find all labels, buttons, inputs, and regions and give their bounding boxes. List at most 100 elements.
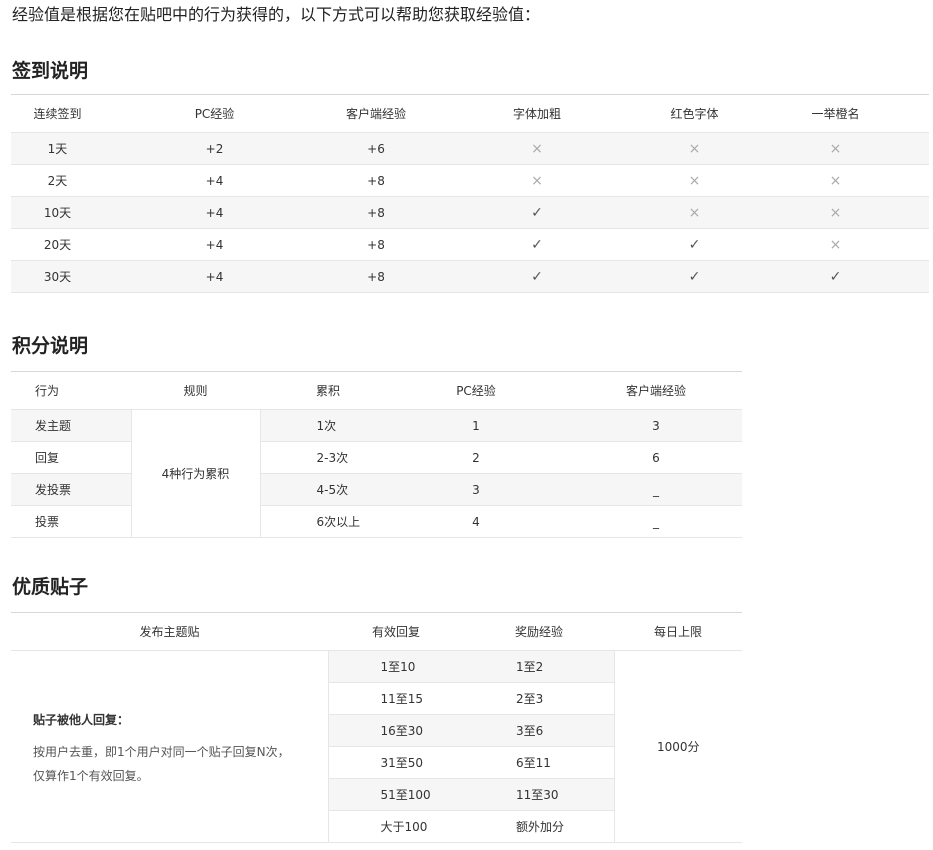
cell-replies: 11至15 <box>328 682 464 715</box>
cross-icon: × <box>688 172 701 189</box>
cell-pc: 1 <box>382 409 570 442</box>
cell-client: _ <box>570 473 742 506</box>
check-icon: ✓ <box>531 268 543 285</box>
col-header: 红色字体 <box>670 107 719 121</box>
cell-reward: 6至11 <box>464 746 614 779</box>
cell-accum: 2-3次 <box>260 441 382 474</box>
cell-reward: 2至3 <box>464 682 614 715</box>
cell-red: ✓ <box>647 261 742 293</box>
signin-table: 连续签到 PC经验 客户端经验 字体加粗 红色字体 一举橙名 1天 +2 +6 × × ×… <box>11 94 929 293</box>
check-icon: ✓ <box>531 204 543 221</box>
table-row: 回复 2-3次 2 6 <box>11 441 742 474</box>
cell-pc: 3 <box>382 473 570 506</box>
cell-days: 1天 <box>47 142 68 156</box>
cell-red: × <box>647 133 742 165</box>
cell-pc: 4 <box>382 505 570 538</box>
cell-pc: +4 <box>205 205 224 220</box>
cross-icon: × <box>688 204 701 221</box>
col-header: 客户端经验 <box>345 107 406 121</box>
col-header: 每日上限 <box>653 625 702 639</box>
cell-pc: 2 <box>382 441 570 474</box>
cell-action: 回复 <box>11 441 131 474</box>
cell-action: 投票 <box>11 505 131 538</box>
cell-replies: 1至10 <box>328 650 464 683</box>
cell-client: +8 <box>367 269 385 284</box>
col-header: 一举橙名 <box>811 107 860 121</box>
cross-icon: × <box>829 172 842 189</box>
table-row: 投票 6次以上 4 _ <box>11 505 742 538</box>
cell-accum: 1次 <box>260 409 382 442</box>
cell-red: × <box>647 197 742 229</box>
cell-client: +8 <box>367 173 385 188</box>
cell-pc: +4 <box>205 237 224 252</box>
cross-icon: × <box>829 204 842 221</box>
col-header: PC经验 <box>456 384 496 398</box>
cross-icon: × <box>688 140 701 157</box>
cell-pc: +4 <box>205 173 224 188</box>
points-table: 行为 规则 累积 PC经验 客户端经验 发主题 4种行为累积 1次 1 3 回复 2-3次 2… <box>11 371 742 538</box>
cell-orange: × <box>742 165 929 197</box>
cell-client: +8 <box>367 237 385 252</box>
col-header: 行为 <box>35 384 60 398</box>
cell-client: _ <box>570 505 742 538</box>
table-row: 30天 +4 +8 ✓ ✓ ✓ <box>11 260 929 293</box>
cell-bold: ✓ <box>427 197 647 229</box>
reply-rule-line: 仅算作1个有效回复。 <box>33 769 149 783</box>
cell-orange: ✓ <box>742 261 929 293</box>
table-row: 发主题 4种行为累积 1次 1 3 <box>11 409 742 538</box>
reply-rule-description: 贴子被他人回复： 按用户去重，即1个用户对同一个贴子回复N次， 仅算作1个有效回复。 <box>11 650 329 843</box>
reply-rule-line: 按用户去重，即1个用户对同一个贴子回复N次， <box>33 745 290 759</box>
cell-orange: × <box>742 133 929 165</box>
cell-bold: × <box>427 165 647 197</box>
cell-accum: 6次以上 <box>260 505 382 538</box>
check-icon: ✓ <box>688 268 701 285</box>
check-icon: ✓ <box>688 236 701 253</box>
cell-client: 6 <box>570 441 742 474</box>
cross-icon: × <box>829 236 842 253</box>
signin-section-title: 签到说明 <box>12 60 89 82</box>
cell-replies: 大于100 <box>328 810 464 843</box>
cell-red: × <box>647 165 742 197</box>
cell-bold: ✓ <box>427 261 647 293</box>
table-row: 10天 +4 +8 ✓ × × <box>11 196 929 229</box>
col-header: 连续签到 <box>33 107 82 121</box>
cross-icon: × <box>829 140 842 157</box>
col-header: 发布主题贴 <box>139 625 200 639</box>
cell-bold: ✓ <box>427 229 647 261</box>
cross-icon: × <box>531 172 543 189</box>
cell-action: 发主题 <box>11 409 131 442</box>
cell-days: 2天 <box>47 174 68 188</box>
cell-client: 3 <box>570 409 742 442</box>
cell-orange: × <box>742 229 929 261</box>
cell-reward: 额外加分 <box>464 810 614 843</box>
check-icon: ✓ <box>829 268 842 285</box>
cell-replies: 16至30 <box>328 714 464 747</box>
intro-text: 经验值是根据您在贴吧中的行为获得的，以下方式可以帮助您获取经验值： <box>12 5 541 24</box>
col-header: 累积 <box>316 384 341 398</box>
col-header: 客户端经验 <box>625 384 686 398</box>
cell-orange: × <box>742 197 929 229</box>
cell-replies: 31至50 <box>328 746 464 779</box>
cell-reward: 3至6 <box>464 714 614 747</box>
table-header-row: 行为 规则 累积 PC经验 客户端经验 <box>11 371 742 410</box>
col-header: 有效回复 <box>371 625 420 639</box>
cell-bold: × <box>427 133 647 165</box>
table-header-row: 连续签到 PC经验 客户端经验 字体加粗 红色字体 一举橙名 <box>11 94 929 133</box>
cell-red: ✓ <box>647 229 742 261</box>
cell-daily-limit: 1000分 <box>613 650 742 843</box>
cell-days: 10天 <box>43 206 72 220</box>
cell-reward: 1至2 <box>464 650 614 683</box>
check-icon: ✓ <box>531 236 543 253</box>
cell-pc: +4 <box>205 269 224 284</box>
table-row: 贴子被他人回复： 按用户去重，即1个用户对同一个贴子回复N次， 仅算作1个有效回复。… <box>11 650 742 843</box>
cell-days: 30天 <box>43 270 72 284</box>
table-row: 20天 +4 +8 ✓ ✓ × <box>11 229 929 261</box>
col-header: PC经验 <box>194 107 235 121</box>
cell-days: 20天 <box>43 238 72 252</box>
cell-accum: 4-5次 <box>260 473 382 506</box>
cell-client: +8 <box>367 205 385 220</box>
cell-client: +6 <box>367 141 385 156</box>
table-row: 2天 +4 +8 × × × <box>11 165 929 197</box>
reply-rule-title: 贴子被他人回复： <box>33 713 130 727</box>
col-header: 奖励经验 <box>514 625 563 639</box>
